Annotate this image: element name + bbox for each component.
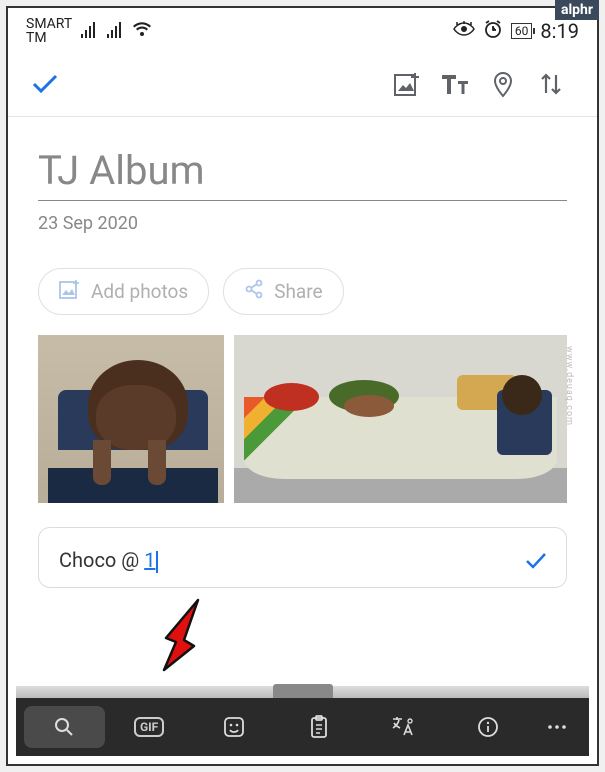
share-label: Share	[274, 280, 322, 303]
add-image-icon[interactable]	[383, 71, 431, 101]
signal-icon-1	[80, 22, 98, 41]
caption-confirm-icon[interactable]	[524, 551, 548, 577]
keyboard-sticker-button[interactable]	[194, 706, 275, 748]
share-icon	[244, 279, 264, 304]
keyboard-search-button[interactable]	[24, 706, 105, 748]
location-icon[interactable]	[479, 70, 527, 102]
keyboard-gif-button[interactable]: GIF	[109, 706, 190, 748]
caption-input[interactable]: Choco @ 1	[38, 527, 567, 588]
album-date: 23 Sep 2020	[38, 213, 567, 234]
battery-icon: 60	[511, 23, 533, 39]
text-format-icon[interactable]	[431, 72, 479, 100]
add-photos-button[interactable]: Add photos	[38, 268, 209, 315]
text-cursor	[156, 551, 158, 573]
caption-link: 1	[144, 548, 155, 572]
keyboard-translate-button[interactable]	[363, 706, 444, 748]
share-button[interactable]: Share	[223, 268, 343, 315]
sort-icon[interactable]	[527, 71, 575, 101]
watermark-badge: alphr	[555, 0, 599, 20]
album-title-input[interactable]: TJ Album	[38, 147, 567, 201]
carrier-label-1: SMART	[26, 17, 72, 31]
photo-thumbnail-2[interactable]	[234, 335, 567, 503]
edit-toolbar	[8, 52, 597, 117]
caption-text: Choco @	[59, 548, 144, 572]
wifi-icon	[132, 22, 152, 41]
keyboard-info-button[interactable]	[448, 706, 529, 748]
add-photos-label: Add photos	[91, 280, 188, 303]
photo-thumbnail-1[interactable]	[38, 335, 224, 503]
annotation-arrow	[150, 596, 220, 680]
signal-icon-2	[106, 22, 124, 41]
keyboard-clipboard-button[interactable]	[278, 706, 359, 748]
carrier-label-2: TM	[26, 31, 72, 45]
watermark-side: www.deuaq.com	[564, 346, 574, 426]
alarm-icon	[483, 19, 503, 44]
keyboard-toolbar: GIF	[16, 698, 589, 756]
clock-time: 8:19	[540, 19, 579, 43]
status-bar: SMART TM 60 8:19	[8, 8, 597, 52]
keyboard-more-button[interactable]	[533, 706, 581, 748]
confirm-button[interactable]	[30, 72, 60, 100]
eye-icon	[453, 21, 475, 42]
add-photo-icon	[59, 279, 81, 304]
